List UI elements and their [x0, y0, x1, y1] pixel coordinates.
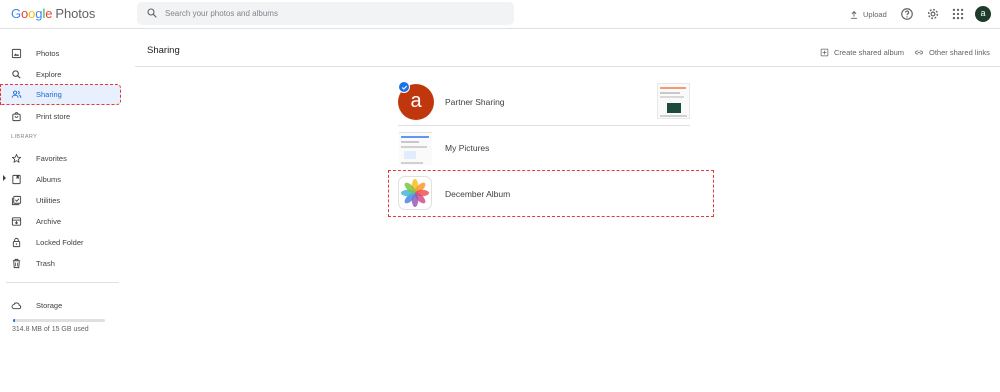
- trash-icon: [12, 258, 21, 269]
- create-shared-album-label: Create shared album: [834, 47, 905, 57]
- cloud-icon: [11, 302, 22, 310]
- row-divider: [398, 125, 690, 126]
- add-box-icon: [820, 48, 829, 56]
- sidebar-divider: [6, 282, 119, 283]
- account-avatar[interactable]: a: [975, 6, 991, 22]
- sidebar-item-label: Sharing: [36, 90, 62, 99]
- logo-photos: Photos: [55, 6, 96, 21]
- partner-badge-icon: [398, 81, 410, 93]
- highlight-annotation: [388, 170, 714, 217]
- upload-button[interactable]: Upload: [849, 8, 887, 21]
- star-icon: [11, 153, 22, 163]
- sidebar-item-label: Locked Folder: [36, 238, 84, 247]
- expand-arrow-icon[interactable]: [3, 175, 6, 181]
- sidebar-item-label: Albums: [36, 175, 62, 184]
- share-item-label: Partner Sharing: [445, 97, 505, 107]
- top-bar: Google Photos Upload a: [0, 0, 1000, 29]
- checkbox-icon: [11, 195, 22, 206]
- sidebar-item-sharing[interactable]: Sharing: [0, 84, 121, 105]
- sidebar-item-label: Explore: [36, 70, 62, 79]
- create-shared-album-button[interactable]: Create shared album: [820, 46, 904, 58]
- storage-progress-bar: [13, 319, 105, 322]
- partner-preview-thumbnail: [657, 83, 690, 119]
- lock-icon: [12, 237, 21, 248]
- sidebar-item-albums[interactable]: Albums: [0, 169, 121, 189]
- apps-grid-icon[interactable]: [951, 7, 965, 21]
- help-icon[interactable]: [900, 7, 914, 21]
- archive-icon: [11, 217, 22, 226]
- other-shared-links-label: Other shared links: [929, 47, 990, 57]
- sidebar-item-label: Archive: [36, 217, 62, 226]
- sidebar-item-label: Utilities: [36, 196, 61, 205]
- people-icon: [11, 90, 22, 98]
- search-input[interactable]: [165, 5, 495, 22]
- list-item-my-pictures[interactable]: My Pictures: [398, 127, 690, 169]
- library-section-label: LIBRARY: [11, 134, 38, 140]
- settings-icon[interactable]: [926, 7, 940, 21]
- sidebar-item-favorites[interactable]: Favorites: [0, 148, 121, 168]
- album-icon: [12, 174, 21, 185]
- sidebar-item-photos[interactable]: Photos: [0, 43, 121, 63]
- sidebar-item-storage[interactable]: Storage: [0, 295, 121, 315]
- search-icon: [147, 8, 157, 18]
- sidebar-item-trash[interactable]: Trash: [0, 253, 121, 273]
- sidebar-item-label: Trash: [36, 259, 55, 268]
- upload-icon: [851, 10, 857, 19]
- other-shared-links-button[interactable]: Other shared links: [914, 46, 990, 58]
- sidebar-item-print-store[interactable]: Print store: [0, 106, 121, 126]
- link-icon: [915, 50, 923, 54]
- share-item-label: My Pictures: [445, 143, 490, 153]
- upload-label: Upload: [863, 10, 887, 19]
- sidebar-item-label: Storage: [36, 301, 63, 310]
- sidebar-item-explore[interactable]: Explore: [0, 64, 121, 84]
- list-item-partner-sharing[interactable]: a Partner Sharing: [398, 81, 690, 123]
- sidebar-item-label: Photos: [36, 49, 60, 58]
- sidebar-item-locked-folder[interactable]: Locked Folder: [0, 232, 121, 252]
- sidebar-item-label: Print store: [36, 112, 71, 121]
- google-photos-logo[interactable]: Google Photos: [11, 6, 95, 21]
- album-thumbnail: [399, 132, 432, 165]
- sidebar-item-archive[interactable]: Archive: [0, 211, 121, 231]
- logo-google: Google: [11, 6, 53, 21]
- sidebar: Photos Explore Sharing Print store LIBRA…: [0, 30, 127, 392]
- storage-progress-fill: [13, 319, 15, 322]
- storage-used-text: 314.8 MB of 15 GB used: [12, 326, 89, 333]
- page-title: Sharing: [147, 45, 180, 56]
- photo-icon: [11, 48, 22, 59]
- sidebar-item-label: Favorites: [36, 154, 67, 163]
- header-divider: [135, 66, 1000, 67]
- search-icon: [12, 70, 21, 79]
- sidebar-item-utilities[interactable]: Utilities: [0, 190, 121, 210]
- shopping-bag-icon: [12, 112, 21, 122]
- search-bar[interactable]: [137, 2, 514, 25]
